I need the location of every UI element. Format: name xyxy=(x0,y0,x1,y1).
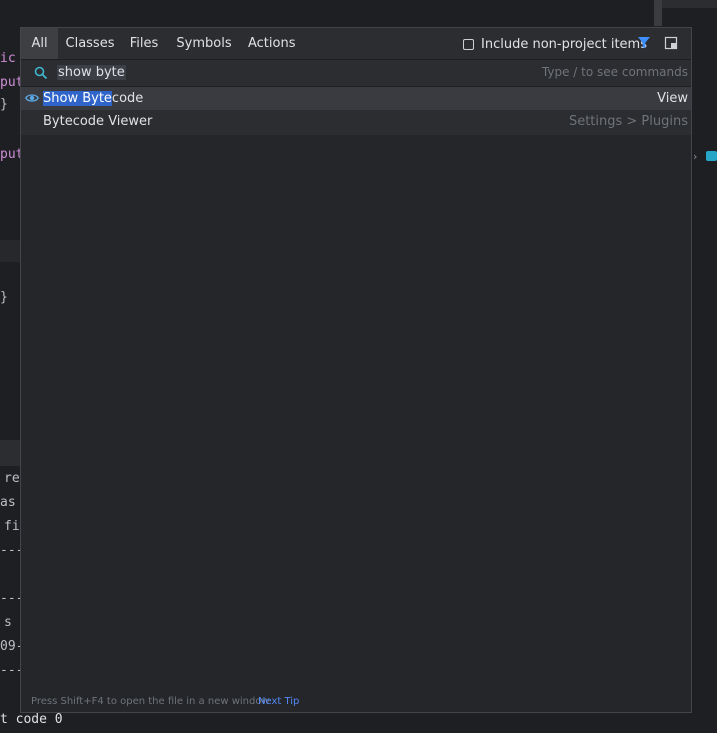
search-input[interactable]: show byte xyxy=(57,64,126,82)
tab-classes[interactable]: Classes xyxy=(64,28,116,59)
filter-icon[interactable] xyxy=(637,36,651,50)
console-line: s xyxy=(4,615,12,630)
tip-text: Press Shift+F4 to open the file in a new… xyxy=(31,696,270,707)
editor-current-line xyxy=(0,240,20,262)
result-location: Settings > Plugins xyxy=(568,114,688,129)
preview-panel-icon[interactable] xyxy=(664,36,678,50)
scrollbar-thumb[interactable] xyxy=(654,0,662,26)
result-name: Show Bytecode xyxy=(43,91,144,106)
editor-line: } xyxy=(0,290,8,305)
result-name: Bytecode Viewer xyxy=(43,114,153,129)
console-line: as xyxy=(0,495,16,510)
plugin-icon xyxy=(706,151,717,161)
results-list: Show Bytecode View Bytecode Viewer Setti… xyxy=(21,87,691,135)
tab-symbols[interactable]: Symbols xyxy=(176,28,232,59)
include-non-project-checkbox[interactable] xyxy=(463,38,474,50)
tab-files[interactable]: Files xyxy=(127,28,161,59)
editor-right-gutter xyxy=(692,0,717,733)
console-line: re xyxy=(4,471,20,486)
tab-actions[interactable]: Actions xyxy=(248,28,296,59)
scope-tabs: All Classes Files Symbols Actions Includ… xyxy=(21,28,691,59)
search-icon xyxy=(34,66,48,80)
search-hint: Type / to see commands xyxy=(541,65,688,79)
console-line: fi xyxy=(4,519,20,534)
arrow-icon: › xyxy=(693,150,698,163)
include-non-project-toggle[interactable]: Include non-project items xyxy=(463,36,647,52)
toolbar-strip xyxy=(662,0,717,8)
ide-window: ic put } put } re as fi --- --- s 09- --… xyxy=(0,0,717,733)
search-everywhere-popup: All Classes Files Symbols Actions Includ… xyxy=(20,27,692,713)
result-location: View xyxy=(657,91,688,106)
results-empty-area xyxy=(21,135,691,692)
editor-line: ic xyxy=(0,51,16,66)
result-item[interactable]: Show Bytecode View xyxy=(21,87,691,110)
editor-line: } xyxy=(0,97,8,112)
console-exit-line: t code 0 xyxy=(0,712,63,727)
console-header xyxy=(0,440,20,466)
eye-icon xyxy=(25,94,39,102)
result-item[interactable]: Bytecode Viewer Settings > Plugins xyxy=(21,110,691,133)
search-bar: show byte Type / to see commands xyxy=(21,59,691,87)
next-tip-link[interactable]: Next Tip xyxy=(258,692,299,712)
include-non-project-label: Include non-project items xyxy=(481,36,647,52)
tab-all[interactable]: All xyxy=(21,28,58,59)
tip-footer: Press Shift+F4 to open the file in a new… xyxy=(21,692,691,712)
